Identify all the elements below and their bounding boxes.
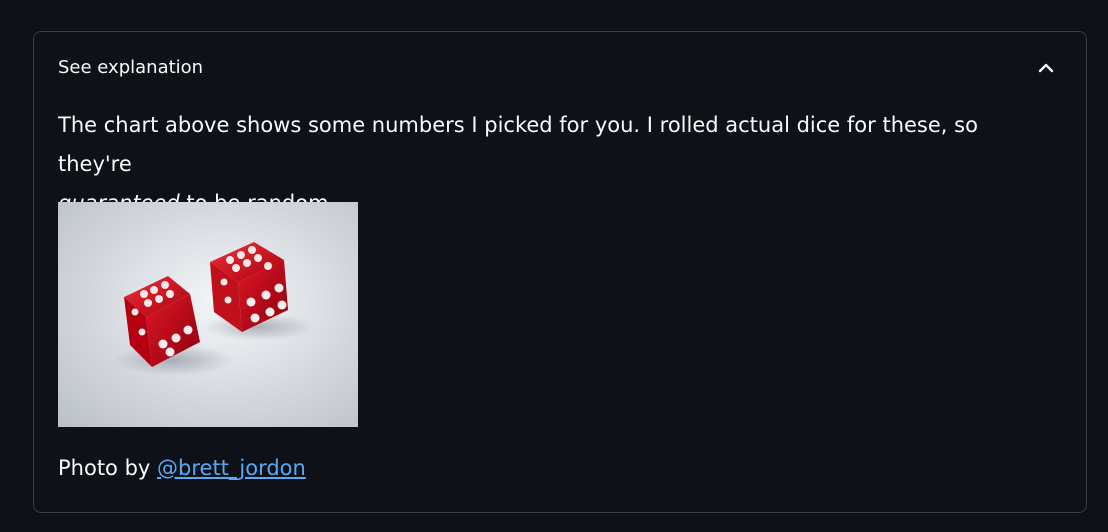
explanation-line-1: The chart above shows some numbers I pic… (58, 113, 978, 176)
dice-photo (58, 202, 358, 427)
credit-prefix: Photo by (58, 456, 158, 480)
expander-header[interactable]: See explanation (34, 32, 1086, 102)
photo-credit: Photo by @brett_jordon (58, 452, 306, 484)
photographer-link[interactable]: @brett_jordon (157, 456, 306, 480)
explanation-expander: See explanation The chart above shows so… (33, 31, 1087, 513)
chevron-up-icon[interactable] (1034, 56, 1058, 80)
expander-title: See explanation (58, 57, 204, 78)
